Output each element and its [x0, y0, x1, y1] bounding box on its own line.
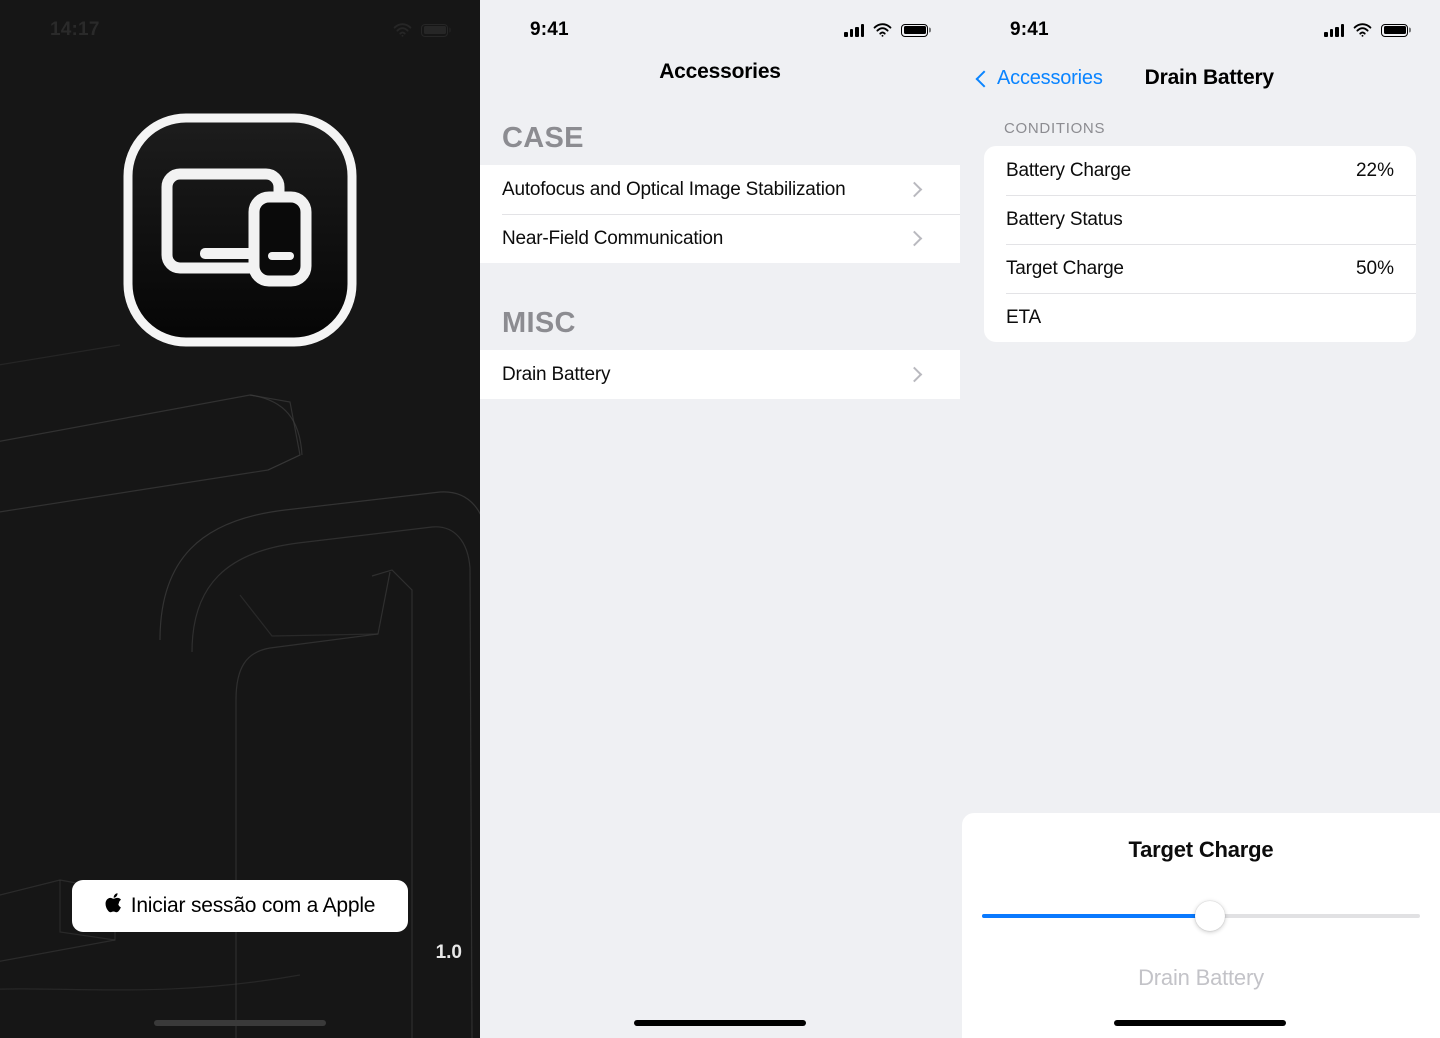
status-icons — [393, 23, 448, 37]
status-bar-panel2: 9:41 — [480, 0, 960, 56]
accessories-list: CASE Autofocus and Optical Image Stabili… — [480, 106, 960, 399]
row-label: Battery Charge — [1006, 159, 1131, 181]
panel-signin: 14:17 Iniciar sessão com a Apple 1.0 — [0, 0, 480, 1038]
home-indicator — [1114, 1020, 1286, 1026]
status-bar-panel3: 9:41 — [960, 0, 1440, 56]
row-label: ETA — [1006, 306, 1041, 328]
row-label: Battery Status — [1006, 208, 1123, 230]
section-group-misc: Drain Battery — [480, 350, 960, 399]
wifi-icon — [1353, 23, 1372, 37]
list-item-label: Near-Field Communication — [502, 227, 724, 249]
page-title: Accessories — [659, 60, 781, 83]
battery-icon — [421, 23, 448, 37]
table-row-battery-charge[interactable]: Battery Charge 22% — [984, 146, 1416, 195]
sign-in-with-apple-button[interactable]: Iniciar sessão com a Apple — [72, 880, 408, 932]
row-value: 50% — [1355, 257, 1394, 279]
status-bar-panel1: 14:17 — [0, 0, 480, 56]
table-row-target-charge[interactable]: Target Charge 50% — [984, 244, 1416, 293]
home-indicator — [154, 1020, 326, 1026]
list-item-autofocus[interactable]: Autofocus and Optical Image Stabilizatio… — [480, 165, 960, 214]
table-row-battery-status[interactable]: Battery Status — [984, 195, 1416, 244]
chevron-left-icon — [975, 70, 993, 87]
cellular-signal-icon — [844, 23, 864, 37]
back-button-label: Accessories — [997, 66, 1103, 89]
section-group-case: Autofocus and Optical Image Stabilizatio… — [480, 165, 960, 263]
status-time: 9:41 — [1010, 19, 1049, 40]
home-indicator — [634, 1020, 806, 1026]
sign-in-button-label: Iniciar sessão com a Apple — [130, 894, 376, 917]
status-time: 14:17 — [50, 19, 100, 40]
panel-drain-battery: 9:41 Accessories Drain Battery CONDITION… — [960, 0, 1440, 1038]
list-item-drain-battery[interactable]: Drain Battery — [480, 350, 960, 399]
slider-fill — [982, 914, 1210, 918]
page-title: Drain Battery — [1144, 66, 1274, 89]
status-icons — [1324, 23, 1408, 37]
back-button[interactable]: Accessories — [975, 66, 1103, 90]
cellular-signal-icon — [1324, 23, 1344, 37]
row-label: Target Charge — [1006, 257, 1124, 279]
section-header-case: CASE — [502, 122, 584, 154]
apple-logo-icon — [105, 893, 122, 917]
accessories-app-icon — [123, 113, 357, 347]
chevron-right-icon — [906, 181, 923, 198]
list-item-label: Autofocus and Optical Image Stabilizatio… — [502, 178, 846, 200]
list-item-label: Drain Battery — [502, 363, 611, 385]
battery-icon — [1381, 23, 1408, 37]
chevron-right-icon — [906, 366, 923, 383]
conditions-card: Battery Charge 22% Battery Status Target… — [984, 146, 1416, 342]
list-item-nfc[interactable]: Near-Field Communication — [480, 214, 960, 263]
navigation-bar: Accessories Drain Battery — [960, 58, 1440, 98]
drain-battery-button[interactable]: Drain Battery — [962, 965, 1440, 991]
slider-thumb[interactable] — [1194, 901, 1225, 931]
sheet-title: Target Charge — [1128, 837, 1274, 862]
target-charge-sheet: Target Charge Drain Battery — [962, 813, 1440, 1038]
three-panel-screenshot: 14:17 Iniciar sessão com a Apple 1.0 9:4… — [0, 0, 1440, 1038]
wifi-icon — [873, 23, 892, 37]
app-version-label: 1.0 — [435, 942, 462, 963]
section-header-misc: MISC — [502, 307, 576, 339]
table-row-eta[interactable]: ETA — [984, 293, 1416, 342]
battery-icon — [901, 23, 928, 37]
section-header-conditions: CONDITIONS — [1004, 120, 1106, 137]
chevron-right-icon — [906, 230, 923, 247]
wifi-icon — [393, 23, 412, 37]
status-icons — [844, 23, 928, 37]
panel-accessories: 9:41 Accessories CASE Autofocus and Opti… — [480, 0, 960, 1038]
status-time: 9:41 — [530, 19, 569, 40]
row-value: 22% — [1355, 159, 1394, 181]
target-charge-slider[interactable] — [982, 899, 1420, 933]
